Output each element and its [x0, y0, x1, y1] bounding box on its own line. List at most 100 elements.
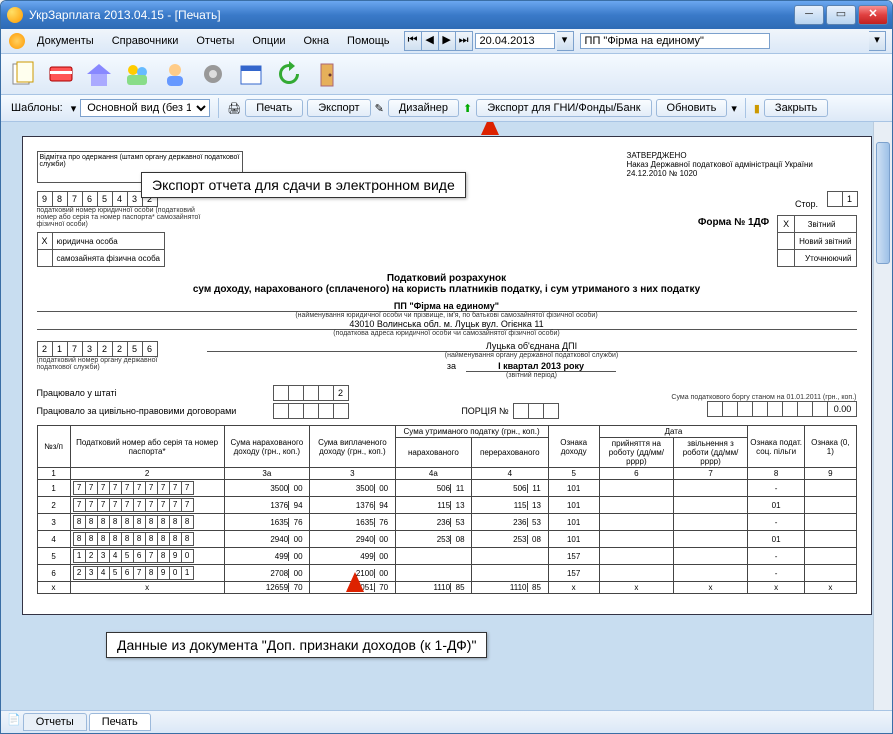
- table-row: 512345678904990049900157-: [37, 548, 856, 565]
- firm-dropdown[interactable]: ▾: [869, 31, 886, 51]
- menu-help[interactable]: Помощь: [339, 33, 398, 49]
- table-row: 177777777773500003500005061150611101-: [37, 480, 856, 497]
- page-value: 1: [842, 191, 858, 207]
- authority-caption: (найменування органу державної податково…: [207, 352, 857, 359]
- window-title: УкрЗарплата 2013.04.15 - [Печать]: [29, 8, 792, 22]
- report-paper: Відмітка про одержання (штамп органу дер…: [22, 136, 872, 615]
- nav-prev-icon[interactable]: ◀: [422, 31, 439, 51]
- authority-code: 21732256: [37, 341, 157, 357]
- callout-export: Экспорт отчета для сдачи в электронном в…: [141, 172, 466, 198]
- period-label: за: [447, 361, 456, 371]
- export-tax-button[interactable]: Экспорт для ГНИ/Фонды/Банк: [476, 99, 651, 117]
- report-table: №з/п Податковий номер або серія та номер…: [37, 425, 857, 594]
- tool-card-icon[interactable]: [45, 58, 77, 90]
- nav-last-icon[interactable]: ⏭: [456, 31, 473, 51]
- firm-name: ПП "Фірма на единому": [37, 301, 857, 312]
- menu-documents[interactable]: Документы: [29, 33, 102, 49]
- tax-id-caption: податковий номер юридичної особи (податк…: [37, 207, 207, 228]
- document-viewport: Відмітка про одержання (штамп органу дер…: [1, 122, 892, 710]
- firm-caption: (найменування юридичної особи чи прізвищ…: [37, 312, 857, 319]
- tool-calendar-icon[interactable]: [235, 58, 267, 90]
- designer-icon: ✎: [375, 102, 384, 115]
- authority-code-caption: (податковий номер органу державної подат…: [37, 357, 177, 371]
- tool-refresh-icon[interactable]: [273, 58, 305, 90]
- table-totals: хх12659701205170111085111085ххххх: [37, 582, 856, 594]
- callout-data: Данные из документа "Доп. признаки доход…: [106, 632, 487, 658]
- refresh-button[interactable]: Обновить: [656, 99, 728, 117]
- debt-label: Сума податкового боргу станом на 01.01.2…: [671, 394, 856, 401]
- statusbar: 📄 Отчеты Печать: [1, 710, 892, 733]
- tab-reports-icon: 📄: [7, 713, 21, 731]
- debt-value: 0.00: [827, 401, 857, 417]
- print-button[interactable]: Печать: [245, 99, 303, 117]
- report-title: Податковий розрахунок сум доходу, нарахо…: [37, 273, 857, 295]
- tax-id-cells: 98765432: [37, 191, 157, 207]
- staff-value: 2: [333, 385, 349, 401]
- window-close-button[interactable]: ✕: [858, 5, 888, 25]
- firm-field[interactable]: [580, 33, 770, 49]
- menu-options[interactable]: Опции: [244, 33, 293, 49]
- tool-house-icon[interactable]: [83, 58, 115, 90]
- arrow-to-data: [346, 572, 364, 592]
- utoch-label: Уточнюючий: [795, 250, 856, 267]
- table-row: 27777777777137694137694115131151310101: [37, 497, 856, 514]
- close-icon: ▮: [754, 102, 760, 115]
- close-button[interactable]: Закрыть: [764, 99, 828, 117]
- export-tax-icon: ⬆: [463, 102, 472, 115]
- menubar: Документы Справочники Отчеты Опции Окна …: [1, 29, 892, 54]
- refresh-dropdown[interactable]: ▾: [731, 102, 737, 115]
- date-dropdown[interactable]: ▾: [557, 31, 574, 51]
- tool-people-icon[interactable]: [121, 58, 153, 90]
- period-caption: (звітний період): [207, 372, 857, 379]
- menu-directories[interactable]: Справочники: [104, 33, 187, 49]
- templates-dropdown-arrow[interactable]: ▾: [71, 102, 77, 115]
- titlebar: УкрЗарплата 2013.04.15 - [Печать] ─ ▭ ✕: [1, 1, 892, 29]
- zvitnyi-mark: Х: [778, 216, 795, 233]
- templates-label: Шаблоны:: [7, 100, 67, 116]
- self-label: самозайнята фізична особа: [52, 250, 164, 267]
- form-number: Форма № 1ДФ: [698, 217, 769, 228]
- minimize-button[interactable]: ─: [794, 5, 824, 25]
- table-row: 388888888881635761635762365323653101-: [37, 514, 856, 531]
- date-field[interactable]: [475, 33, 555, 49]
- tool-door-icon[interactable]: [311, 58, 343, 90]
- designer-button[interactable]: Дизайнер: [388, 99, 459, 117]
- tool-person-icon[interactable]: [159, 58, 191, 90]
- address-caption: (податкова адреса юридичної особи чи сам…: [37, 330, 857, 337]
- authority-name: Луцька об'єднана ДПІ: [207, 341, 857, 352]
- app-icon: [7, 7, 23, 23]
- self-mark: [37, 250, 52, 267]
- table-row: 62345678901270800210000157-: [37, 565, 856, 582]
- print-icon: 🖨: [227, 102, 241, 115]
- tool-docs-icon[interactable]: [7, 58, 39, 90]
- maximize-button[interactable]: ▭: [826, 5, 856, 25]
- novyi-mark: [778, 233, 795, 250]
- tab-print[interactable]: Печать: [89, 713, 151, 731]
- approved-block: ЗАТВЕРДЖЕНО Наказ Державної податкової а…: [627, 151, 857, 183]
- novyi-label: Новий звітний: [795, 233, 856, 250]
- utoch-mark: [778, 250, 795, 267]
- page-label: Стор.: [795, 199, 818, 209]
- arrow-to-export: [481, 122, 499, 135]
- staff-label: Працювало у штаті: [37, 388, 267, 398]
- main-toolbar: [1, 54, 892, 95]
- export-button[interactable]: Экспорт: [307, 99, 370, 117]
- legal-label: юридична особа: [52, 233, 164, 250]
- table-row: 48888888888294000294000253082530810101: [37, 531, 856, 548]
- portion-label: ПОРЦІЯ №: [461, 406, 508, 416]
- zvitnyi-label: Звітний: [795, 216, 856, 233]
- nav-first-icon[interactable]: ⏮: [404, 31, 422, 51]
- nav-next-icon[interactable]: ▶: [439, 31, 456, 51]
- menu-app-icon: [9, 33, 25, 49]
- period-value: I квартал 2013 року: [466, 361, 616, 372]
- civil-label: Працювало за цивільно-правовими договора…: [37, 406, 267, 416]
- tab-reports[interactable]: Отчеты: [23, 713, 87, 731]
- scrollbar-vertical[interactable]: [873, 122, 892, 710]
- action-toolbar: Шаблоны: ▾ Основной вид (без 133) 🖨 Печа…: [1, 95, 892, 122]
- address-line: 43010 Волинська обл. м. Луцьк вул. Огієн…: [37, 319, 857, 330]
- menu-reports[interactable]: Отчеты: [188, 33, 242, 49]
- tool-gear-icon[interactable]: [197, 58, 229, 90]
- menu-windows[interactable]: Окна: [295, 33, 337, 49]
- legal-mark: Х: [37, 233, 52, 250]
- template-select[interactable]: Основной вид (без 133): [80, 99, 210, 117]
